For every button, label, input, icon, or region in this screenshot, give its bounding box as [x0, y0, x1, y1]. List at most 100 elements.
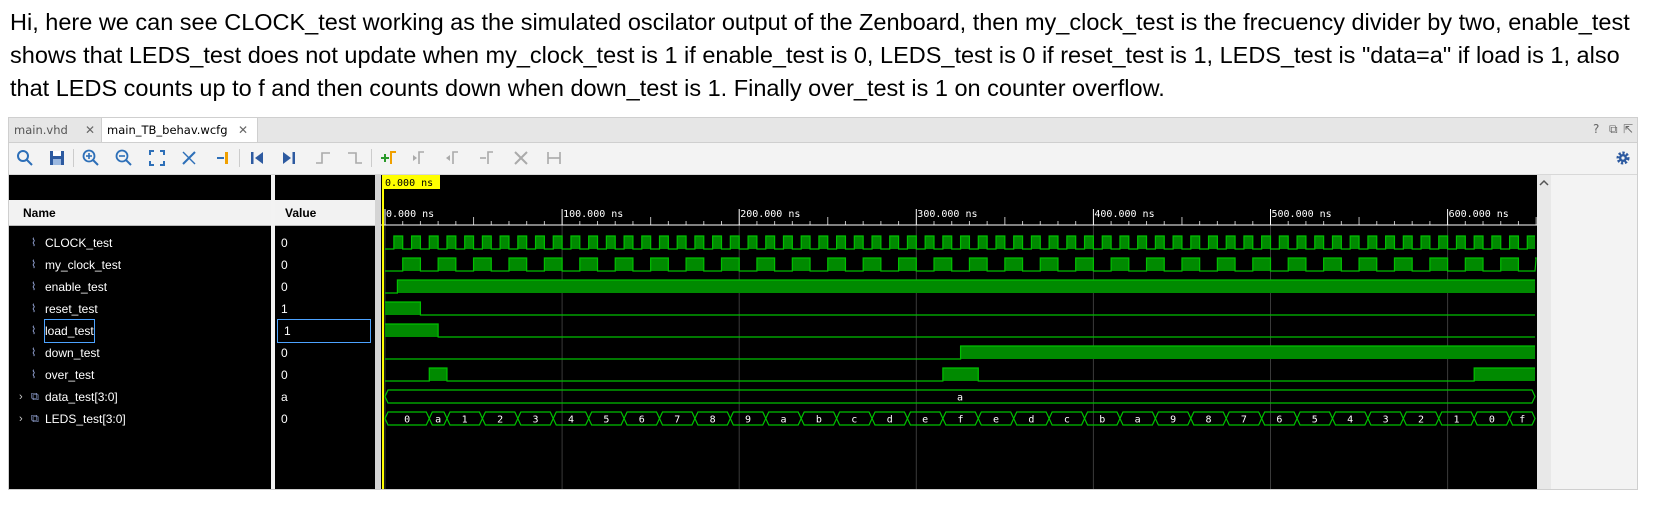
bus-value-label: d	[887, 415, 893, 426]
signal-value[interactable]: 0	[275, 364, 375, 386]
signal-row[interactable]: ⌇ over_test	[9, 364, 271, 386]
signal-name: load_test	[44, 319, 95, 343]
wave-high-fill	[1146, 258, 1165, 271]
description-text: Hi, here we can see CLOCK_test working a…	[10, 9, 1630, 101]
wave-high-fill	[1084, 236, 1094, 249]
delete-marker-icon[interactable]	[477, 148, 497, 168]
add-marker-icon[interactable]	[379, 148, 399, 168]
signal-row[interactable]: ⌇ enable_test	[9, 276, 271, 298]
expand-chevron-icon[interactable]: ›	[19, 408, 23, 430]
wave-high-fill	[730, 236, 740, 249]
wave-high-fill	[889, 236, 899, 249]
wave-trace	[385, 323, 1535, 338]
wave-high-fill	[1314, 236, 1324, 249]
swap-cursor-icon[interactable]	[179, 148, 199, 168]
zoom-out-icon[interactable]	[114, 148, 134, 168]
wave-high-fill	[1429, 258, 1448, 271]
help-icon[interactable]: ?	[1593, 122, 1599, 136]
wave-high-fill	[1491, 236, 1501, 249]
restore-icon[interactable]: ⧉	[1609, 122, 1618, 137]
wave-high-fill	[969, 258, 988, 271]
signal-value[interactable]: 0	[275, 254, 375, 276]
signal-row[interactable]: ⌇ load_test	[9, 319, 271, 343]
bit-signal-icon: ⌇	[31, 259, 37, 271]
go-to-start-icon[interactable]	[247, 148, 267, 168]
bus-value-label: f	[1519, 415, 1525, 426]
previous-marker-icon[interactable]	[411, 148, 431, 168]
wave-high-fill	[712, 236, 722, 249]
name-column-header[interactable]: Name	[9, 200, 271, 226]
signal-row[interactable]: › ⧉ data_test[3:0]	[9, 386, 271, 408]
expand-chevron-icon[interactable]: ›	[19, 386, 23, 408]
close-icon[interactable]: ✕	[85, 118, 95, 142]
bus-value-label: 8	[710, 415, 716, 426]
wave-high-fill	[517, 236, 527, 249]
bus-value-label: 2	[1418, 415, 1424, 426]
signal-value-text: a	[281, 390, 288, 404]
wave-high-fill	[1243, 236, 1253, 249]
wave-high-fill	[1403, 236, 1413, 249]
wave-high-fill	[397, 280, 1536, 293]
value-column-header[interactable]: Value	[275, 200, 375, 226]
signal-row[interactable]: ⌇ my_clock_test	[9, 254, 271, 276]
wave-high-fill	[402, 258, 421, 271]
wave-high-fill	[907, 236, 917, 249]
wave-high-fill	[792, 258, 811, 271]
wave-high-fill	[650, 258, 669, 271]
tab-main-tb-behav-wcfg[interactable]: main_TB_behav.wcfg ✕	[101, 118, 258, 142]
signal-value[interactable]: 1	[275, 298, 375, 320]
wave-high-fill	[500, 236, 509, 249]
wave-high-fill	[960, 236, 970, 249]
wave-high-fill	[1500, 258, 1519, 271]
wave-high-fill	[482, 236, 492, 249]
wave-high-fill	[925, 236, 935, 249]
vertical-scrollbar[interactable]	[1537, 175, 1551, 489]
wave-high-fill	[1288, 258, 1306, 271]
signal-value[interactable]: 0	[275, 276, 375, 298]
bit-signal-icon: ⌇	[31, 325, 37, 337]
wave-high-fill	[1527, 236, 1535, 249]
signal-value[interactable]: 1	[277, 319, 371, 343]
go-to-cursor-icon[interactable]	[213, 148, 233, 168]
bit-signal-icon: ⌇	[31, 237, 37, 249]
signal-row[interactable]: ⌇ reset_test	[9, 298, 271, 320]
save-icon[interactable]	[47, 148, 67, 168]
next-marker-icon[interactable]	[443, 148, 463, 168]
wave-high-fill	[836, 236, 846, 249]
signal-value[interactable]: 0	[275, 408, 375, 430]
close-icon[interactable]: ✕	[238, 118, 248, 142]
zoom-fit-icon[interactable]	[147, 148, 167, 168]
go-to-end-icon[interactable]	[279, 148, 299, 168]
waveform-canvas[interactable]: 0.000 ns 0.000 ns 100.000 ns 200.000 ns 300.…	[381, 175, 1537, 489]
settings-icon[interactable]	[1613, 148, 1633, 168]
wave-high-fill	[960, 346, 1535, 359]
signal-value-text: 0	[281, 258, 288, 272]
snap-icon[interactable]	[544, 148, 564, 168]
wave-high-fill	[942, 236, 952, 249]
next-transition-icon[interactable]	[345, 148, 365, 168]
tab-main-vhd[interactable]: main.vhd ✕	[9, 118, 106, 142]
zoom-in-icon[interactable]	[81, 148, 101, 168]
signal-value-text: 0	[281, 412, 288, 426]
wave-high-fill	[615, 258, 633, 271]
waveform-area[interactable]: 0.000 ns 0.000 ns 100.000 ns 200.000 ns 300.…	[381, 175, 1537, 489]
previous-transition-icon[interactable]	[313, 148, 333, 168]
signal-row[interactable]: › ⧉ LEDS_test[3:0]	[9, 408, 271, 430]
bus-value-label: a	[435, 415, 441, 426]
search-icon[interactable]	[15, 148, 35, 168]
bus-value-label: c	[851, 415, 857, 426]
delete-all-markers-icon[interactable]	[511, 148, 531, 168]
wave-high-fill	[1155, 236, 1165, 249]
wave-high-fill	[429, 236, 439, 249]
signal-value[interactable]: 0	[275, 342, 375, 364]
signal-row[interactable]: ⌇ down_test	[9, 342, 271, 364]
wave-high-fill	[464, 236, 474, 249]
bus-value-label: c	[1064, 415, 1070, 426]
bus-value-label: 9	[745, 415, 751, 426]
signal-name: reset_test	[45, 302, 98, 316]
signal-value[interactable]: 0	[275, 232, 375, 254]
signal-row[interactable]: ⌇ CLOCK_test	[9, 232, 271, 254]
wave-high-fill	[1297, 236, 1306, 249]
maximize-icon[interactable]: ⇱	[1623, 122, 1633, 136]
signal-value[interactable]: a	[275, 386, 375, 408]
